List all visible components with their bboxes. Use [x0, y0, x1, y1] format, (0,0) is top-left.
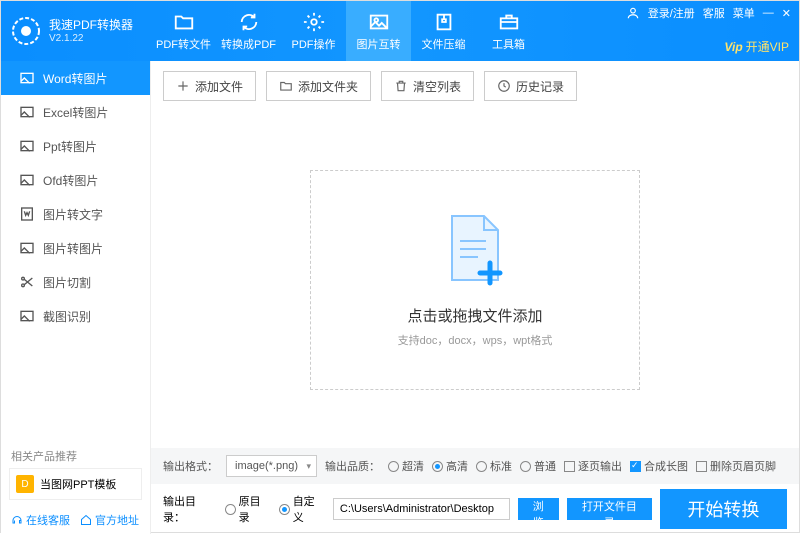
tab-pdf-to-file[interactable]: PDF转文件 [151, 1, 216, 61]
vip-button[interactable]: Vip 开通VIP [724, 38, 789, 55]
refresh-icon [238, 11, 260, 33]
header-right: 登录/注册 客服 菜单 — ✕ [626, 5, 791, 21]
drop-box[interactable]: 点击或拖拽文件添加 支持doc，docx，wps，wpt格式 [310, 170, 640, 390]
trash-icon [394, 79, 408, 93]
image-icon [19, 308, 35, 324]
help-link[interactable]: 客服 [703, 5, 725, 21]
drop-title: 点击或拖拽文件添加 [407, 305, 542, 326]
add-file-button[interactable]: 添加文件 [163, 71, 256, 101]
sidebar-item-ppt-to-image[interactable]: Ppt转图片 [1, 129, 150, 163]
remove-hf-check[interactable]: 删除页眉页脚 [696, 458, 776, 474]
main-panel: 添加文件 添加文件夹 清空列表 历史记录 点击或拖拽文件添加 支持doc，doc… [151, 61, 799, 534]
clock-icon [497, 79, 511, 93]
clear-list-button[interactable]: 清空列表 [381, 71, 474, 101]
image-icon [368, 11, 390, 33]
add-folder-button[interactable]: 添加文件夹 [266, 71, 371, 101]
tab-pdf-ops[interactable]: PDF操作 [281, 1, 346, 61]
quality-normal[interactable]: 普通 [520, 458, 556, 474]
scissors-icon [19, 274, 35, 290]
image-icon [19, 70, 35, 86]
checkbox-icon [630, 461, 641, 472]
folder-icon [173, 11, 195, 33]
image-icon [19, 104, 35, 120]
word-icon [19, 206, 35, 222]
vip-crown-icon: Vip [724, 40, 742, 54]
image-icon [19, 172, 35, 188]
close-icon[interactable]: ✕ [782, 7, 791, 20]
quality-label: 输出品质： [325, 458, 380, 474]
menu-link[interactable]: 菜单 [733, 5, 755, 21]
folder-icon [279, 79, 293, 93]
file-add-icon [440, 211, 510, 291]
zip-icon [433, 11, 455, 33]
recommend-label: 相关产品推荐 [1, 444, 150, 468]
image-icon [19, 240, 35, 256]
app-header: 我速PDF转换器 V2.1.22 PDF转文件 转换成PDF PDF操作 图片互… [1, 1, 799, 61]
merge-long-check[interactable]: 合成长图 [630, 458, 688, 474]
history-button[interactable]: 历史记录 [484, 71, 577, 101]
sidebar-item-excel-to-image[interactable]: Excel转图片 [1, 95, 150, 129]
radio-icon [225, 504, 236, 515]
toolbox-icon [498, 11, 520, 33]
headset-icon [11, 514, 23, 526]
radio-icon [520, 461, 531, 472]
browse-button[interactable]: 浏览 [518, 498, 560, 520]
output-dir-label: 输出目录： [163, 493, 217, 525]
minimize-icon[interactable]: — [763, 7, 774, 19]
radio-icon [388, 461, 399, 472]
radio-icon [476, 461, 487, 472]
plus-icon [176, 79, 190, 93]
sidebar: Word转图片 Excel转图片 Ppt转图片 Ofd转图片 图片转文字 图片转… [1, 61, 151, 534]
app-logo-icon [11, 16, 41, 46]
format-select[interactable]: image(*.png) [226, 455, 317, 477]
sidebar-item-image-cut[interactable]: 图片切割 [1, 265, 150, 299]
image-icon [19, 138, 35, 154]
tab-compress[interactable]: 文件压缩 [411, 1, 476, 61]
toolbar: 添加文件 添加文件夹 清空列表 历史记录 [151, 61, 799, 111]
logo-area: 我速PDF转换器 V2.1.22 [11, 16, 151, 46]
checkbox-icon [696, 461, 707, 472]
format-label: 输出格式： [163, 458, 218, 474]
page-output-check[interactable]: 逐页输出 [564, 458, 622, 474]
recommend-item[interactable]: D 当图网PPT模板 [9, 468, 142, 500]
quality-high[interactable]: 高清 [432, 458, 468, 474]
checkbox-icon [564, 461, 575, 472]
app-version: V2.1.22 [49, 33, 133, 44]
output-bar: 输出目录： 原目录 自定义 浏览 打开文件目录 开始转换 [151, 484, 799, 534]
user-icon [626, 6, 640, 20]
open-folder-button[interactable]: 打开文件目录 [567, 498, 652, 520]
quality-ultra[interactable]: 超清 [388, 458, 424, 474]
online-service-link[interactable]: 在线客服 [11, 512, 70, 528]
tab-toolbox[interactable]: 工具箱 [476, 1, 541, 61]
recommend-logo-icon: D [16, 475, 34, 493]
output-custom-radio[interactable]: 自定义 [279, 493, 325, 525]
drop-subtitle: 支持doc，docx，wps，wpt格式 [398, 332, 553, 348]
sidebar-item-image-to-image[interactable]: 图片转图片 [1, 231, 150, 265]
app-name: 我速PDF转换器 [49, 18, 133, 32]
home-icon [80, 514, 92, 526]
drop-area[interactable]: 点击或拖拽文件添加 支持doc，docx，wps，wpt格式 [151, 111, 799, 448]
quality-standard[interactable]: 标准 [476, 458, 512, 474]
sidebar-item-image-to-text[interactable]: 图片转文字 [1, 197, 150, 231]
sidebar-item-screenshot-ocr[interactable]: 截图识别 [1, 299, 150, 333]
tab-to-pdf[interactable]: 转换成PDF [216, 1, 281, 61]
sidebar-item-word-to-image[interactable]: Word转图片 [1, 61, 150, 95]
output-path-input[interactable] [333, 498, 510, 520]
login-link[interactable]: 登录/注册 [648, 5, 695, 21]
output-original-radio[interactable]: 原目录 [225, 493, 271, 525]
radio-icon [432, 461, 443, 472]
top-tabs: PDF转文件 转换成PDF PDF操作 图片互转 文件压缩 工具箱 [151, 1, 541, 61]
convert-button[interactable]: 开始转换 [660, 489, 787, 529]
radio-icon [279, 504, 290, 515]
gear-icon [303, 11, 325, 33]
official-site-link[interactable]: 官方地址 [80, 512, 139, 528]
tab-image-convert[interactable]: 图片互转 [346, 1, 411, 61]
sidebar-item-ofd-to-image[interactable]: Ofd转图片 [1, 163, 150, 197]
options-bar: 输出格式： image(*.png) 输出品质： 超清 高清 标准 普通 逐页输… [151, 448, 799, 484]
